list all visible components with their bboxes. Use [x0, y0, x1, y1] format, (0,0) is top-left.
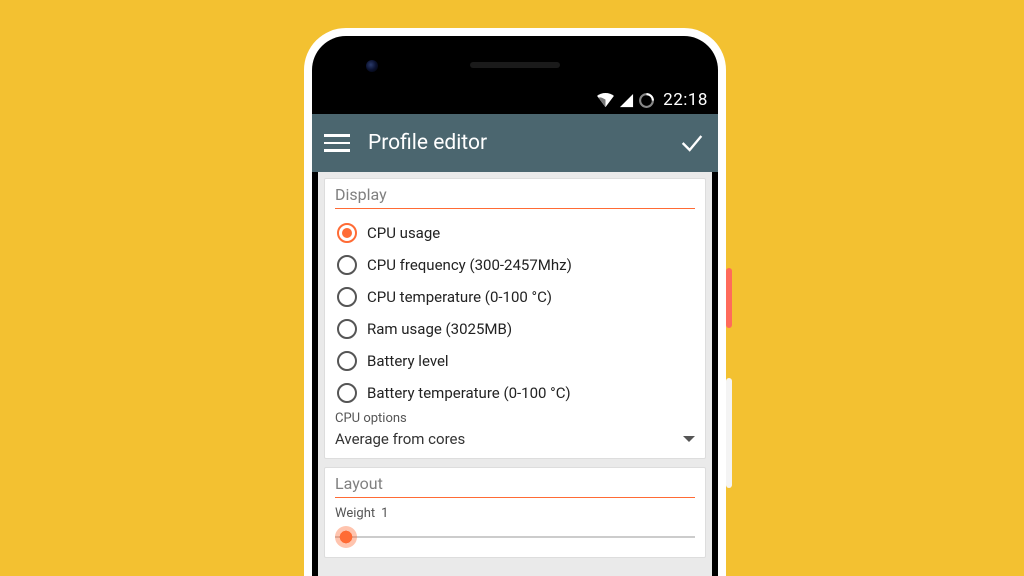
- weight-value: 1: [381, 506, 388, 521]
- weight-slider[interactable]: [335, 525, 695, 549]
- radio-label: Battery temperature (0-100 °C): [367, 384, 571, 402]
- radio-battery-temperature[interactable]: Battery temperature (0-100 °C): [335, 377, 695, 409]
- radio-icon: [337, 319, 357, 339]
- confirm-check-icon[interactable]: [678, 129, 706, 157]
- slider-thumb[interactable]: [335, 526, 357, 548]
- phone-frame: 22:18 Profile editor Display CPU usage: [304, 28, 726, 576]
- layout-card: Layout Weight 1: [324, 467, 706, 558]
- radio-label: CPU usage: [367, 224, 440, 242]
- slider-track: [335, 536, 695, 538]
- radio-cpu-frequency[interactable]: CPU frequency (300-2457Mhz): [335, 249, 695, 281]
- wifi-icon: [596, 93, 615, 108]
- content-area: Display CPU usage CPU frequency (300-245…: [318, 172, 712, 576]
- android-statusbar: 22:18: [312, 86, 718, 114]
- front-camera: [366, 60, 378, 72]
- appbar-title: Profile editor: [368, 131, 678, 155]
- appbar: Profile editor: [312, 114, 718, 172]
- radio-cpu-usage[interactable]: CPU usage: [335, 217, 695, 249]
- weight-label: Weight: [335, 506, 375, 521]
- statusbar-clock: 22:18: [663, 90, 708, 110]
- radio-cpu-temperature[interactable]: CPU temperature (0-100 °C): [335, 281, 695, 313]
- layout-section-title: Layout: [335, 474, 695, 498]
- radio-ram-usage[interactable]: Ram usage (3025MB): [335, 313, 695, 345]
- radio-icon: [337, 255, 357, 275]
- radio-battery-level[interactable]: Battery level: [335, 345, 695, 377]
- dropdown-value: Average from cores: [335, 430, 465, 448]
- display-card: Display CPU usage CPU frequency (300-245…: [324, 178, 706, 459]
- display-section-title: Display: [335, 185, 695, 209]
- speaker-grille: [470, 62, 560, 68]
- radio-label: Battery level: [367, 352, 449, 370]
- radio-icon: [337, 351, 357, 371]
- weight-label-row: Weight 1: [335, 506, 695, 521]
- radio-icon: [337, 383, 357, 403]
- chevron-down-icon: [683, 436, 695, 442]
- cpu-options-dropdown[interactable]: Average from cores: [335, 426, 695, 450]
- hamburger-icon[interactable]: [324, 134, 350, 152]
- volume-button[interactable]: [726, 378, 732, 488]
- cell-signal-icon: [619, 93, 634, 108]
- phone-screen: 22:18 Profile editor Display CPU usage: [312, 36, 718, 576]
- radio-label: CPU frequency (300-2457Mhz): [367, 256, 572, 274]
- loading-spinner-icon: [638, 92, 655, 109]
- radio-icon: [337, 287, 357, 307]
- power-button[interactable]: [726, 268, 732, 328]
- radio-label: CPU temperature (0-100 °C): [367, 288, 552, 306]
- radio-icon: [337, 223, 357, 243]
- radio-label: Ram usage (3025MB): [367, 320, 512, 338]
- cpu-options-label: CPU options: [335, 411, 695, 426]
